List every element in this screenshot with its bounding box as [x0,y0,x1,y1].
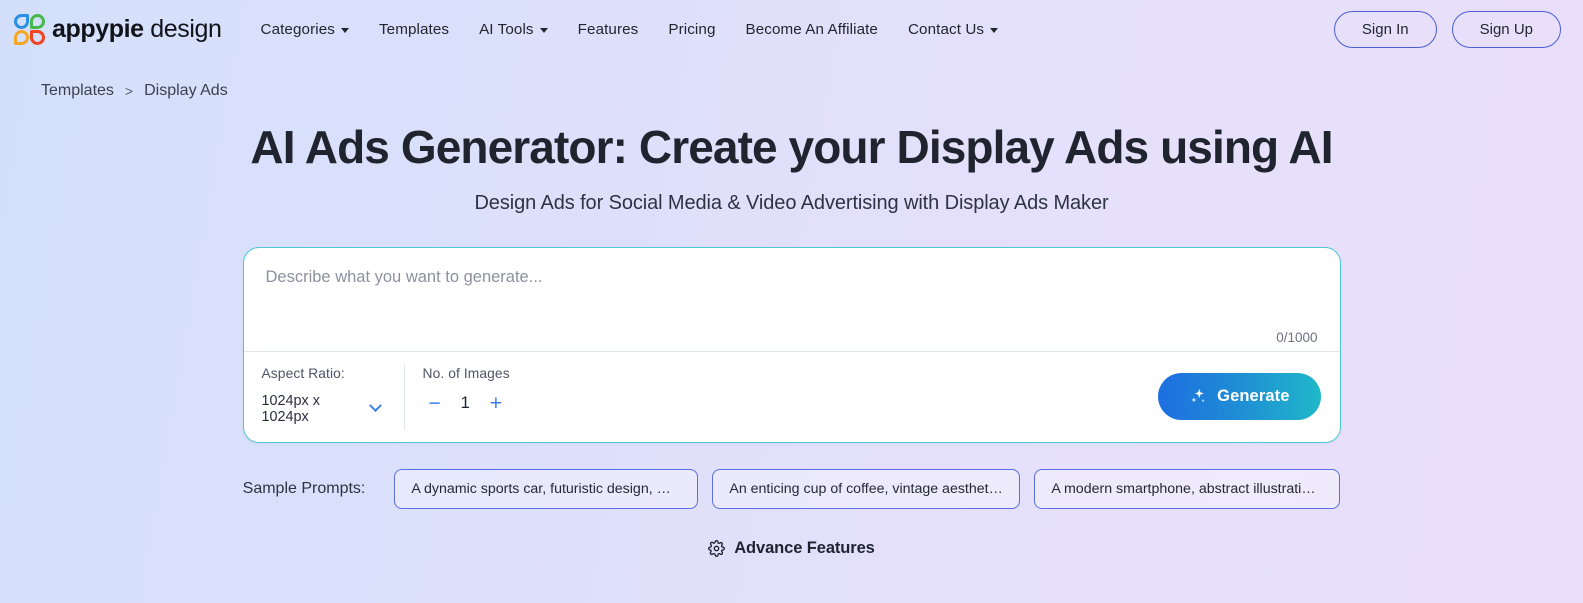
page-title: AI Ads Generator: Create your Display Ad… [250,121,1333,173]
page-subtitle: Design Ads for Social Media & Video Adve… [474,191,1109,214]
nav-item-ai-tools[interactable]: AI Tools [464,15,563,44]
generate-button[interactable]: Generate [1158,373,1321,421]
ai-generator-card: 0/1000 Aspect Ratio: 1024px x 1024px No.… [242,246,1341,443]
advance-features-toggle[interactable]: Advance Features [40,539,1543,558]
aspect-ratio-value: 1024px x 1024px [261,392,320,425]
sample-prompts-label: Sample Prompts: [242,479,366,497]
header-auth-actions: Sign In Sign Up [1333,11,1561,48]
generate-button-label: Generate [1217,387,1290,406]
quantity-stepper: − 1 + [423,393,567,414]
brand-name-bold: appypie [52,15,144,43]
main-navigation: Categories Templates AI Tools Features P… [246,15,1014,44]
image-count-value: 1 [460,393,470,413]
breadcrumb-item-templates[interactable]: Templates [41,82,114,100]
nav-item-label: Contact Us [907,21,985,38]
brand-name: appypie design [52,15,222,44]
nav-item-label: Templates [378,21,450,38]
aspect-ratio-select[interactable]: 1024px x 1024px [262,393,386,425]
nav-item-contact-us[interactable]: Contact Us [893,15,1013,44]
breadcrumb-separator-icon: > [124,83,134,99]
nav-item-label: AI Tools [479,21,534,38]
brand-logo-link[interactable]: appypie design [14,14,222,45]
nav-item-label: Features [577,21,639,38]
aspect-ratio-label: Aspect Ratio: [261,365,345,381]
appypie-flower-logo-icon [14,14,45,45]
brand-name-light: design [150,15,222,43]
sparkle-icon [1191,388,1205,403]
prompt-input[interactable] [265,265,1318,322]
nav-item-become-an-affiliate[interactable]: Become An Affiliate [731,15,893,44]
site-header: appypie design Categories Templates AI T… [0,0,1583,59]
image-count-label: No. of Images [422,365,510,381]
breadcrumb: Templates > Display Ads [41,82,1543,100]
decrement-button[interactable]: − [427,393,443,414]
gear-icon [708,539,726,557]
sample-prompt-chip[interactable]: A modern smartphone, abstract illustrati… [1034,468,1341,509]
image-count-group: No. of Images − 1 + [405,352,585,442]
sample-prompt-chip[interactable]: A dynamic sports car, futuristic design,… [394,468,699,509]
character-counter: 0/1000 [1276,329,1318,345]
nav-item-features[interactable]: Features [563,15,654,44]
sample-prompts-row: Sample Prompts: A dynamic sports car, fu… [40,468,1543,509]
chevron-down-icon [990,28,999,33]
chevron-down-icon [368,399,382,413]
sample-prompt-chip[interactable]: An enticing cup of coffee, vintage aesth… [712,468,1021,509]
aspect-ratio-group: Aspect Ratio: 1024px x 1024px [244,352,404,442]
advance-features-label: Advance Features [734,538,875,557]
nav-item-categories[interactable]: Categories [246,15,364,44]
nav-item-templates[interactable]: Templates [364,15,464,44]
chevron-down-icon [340,28,349,33]
nav-item-label: Become An Affiliate [745,21,878,38]
nav-item-pricing[interactable]: Pricing [653,15,730,44]
sign-in-button[interactable]: Sign In [1333,11,1437,48]
generator-controls: Aspect Ratio: 1024px x 1024px No. of Ima… [244,352,1340,442]
chevron-down-icon [539,28,548,33]
sign-up-button[interactable]: Sign Up [1451,11,1561,48]
generate-button-wrap: Generate [1158,352,1339,442]
breadcrumb-item-display-ads: Display Ads [144,82,228,99]
increment-button[interactable]: + [488,393,504,414]
main-content: Templates > Display Ads AI Ads Generator… [0,82,1583,558]
nav-item-label: Categories [260,21,335,38]
prompt-area: 0/1000 [244,248,1340,351]
nav-item-label: Pricing [668,21,716,38]
